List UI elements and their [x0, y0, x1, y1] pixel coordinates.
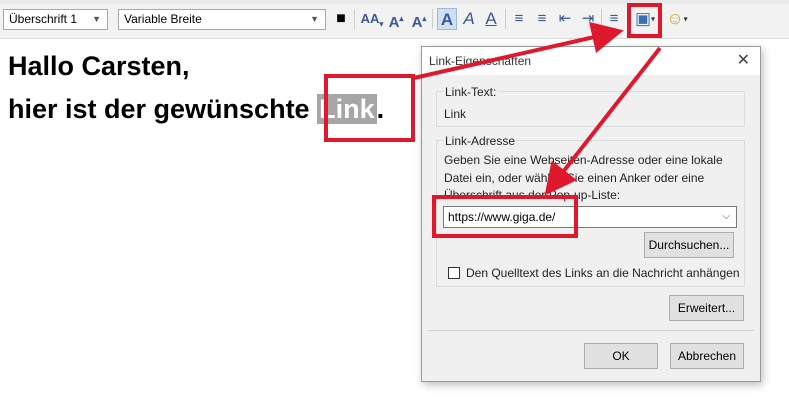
arrow-to-url-field — [544, 46, 662, 196]
annotation-arrows — [413, 21, 662, 196]
arrow-to-insert-button — [413, 21, 624, 80]
